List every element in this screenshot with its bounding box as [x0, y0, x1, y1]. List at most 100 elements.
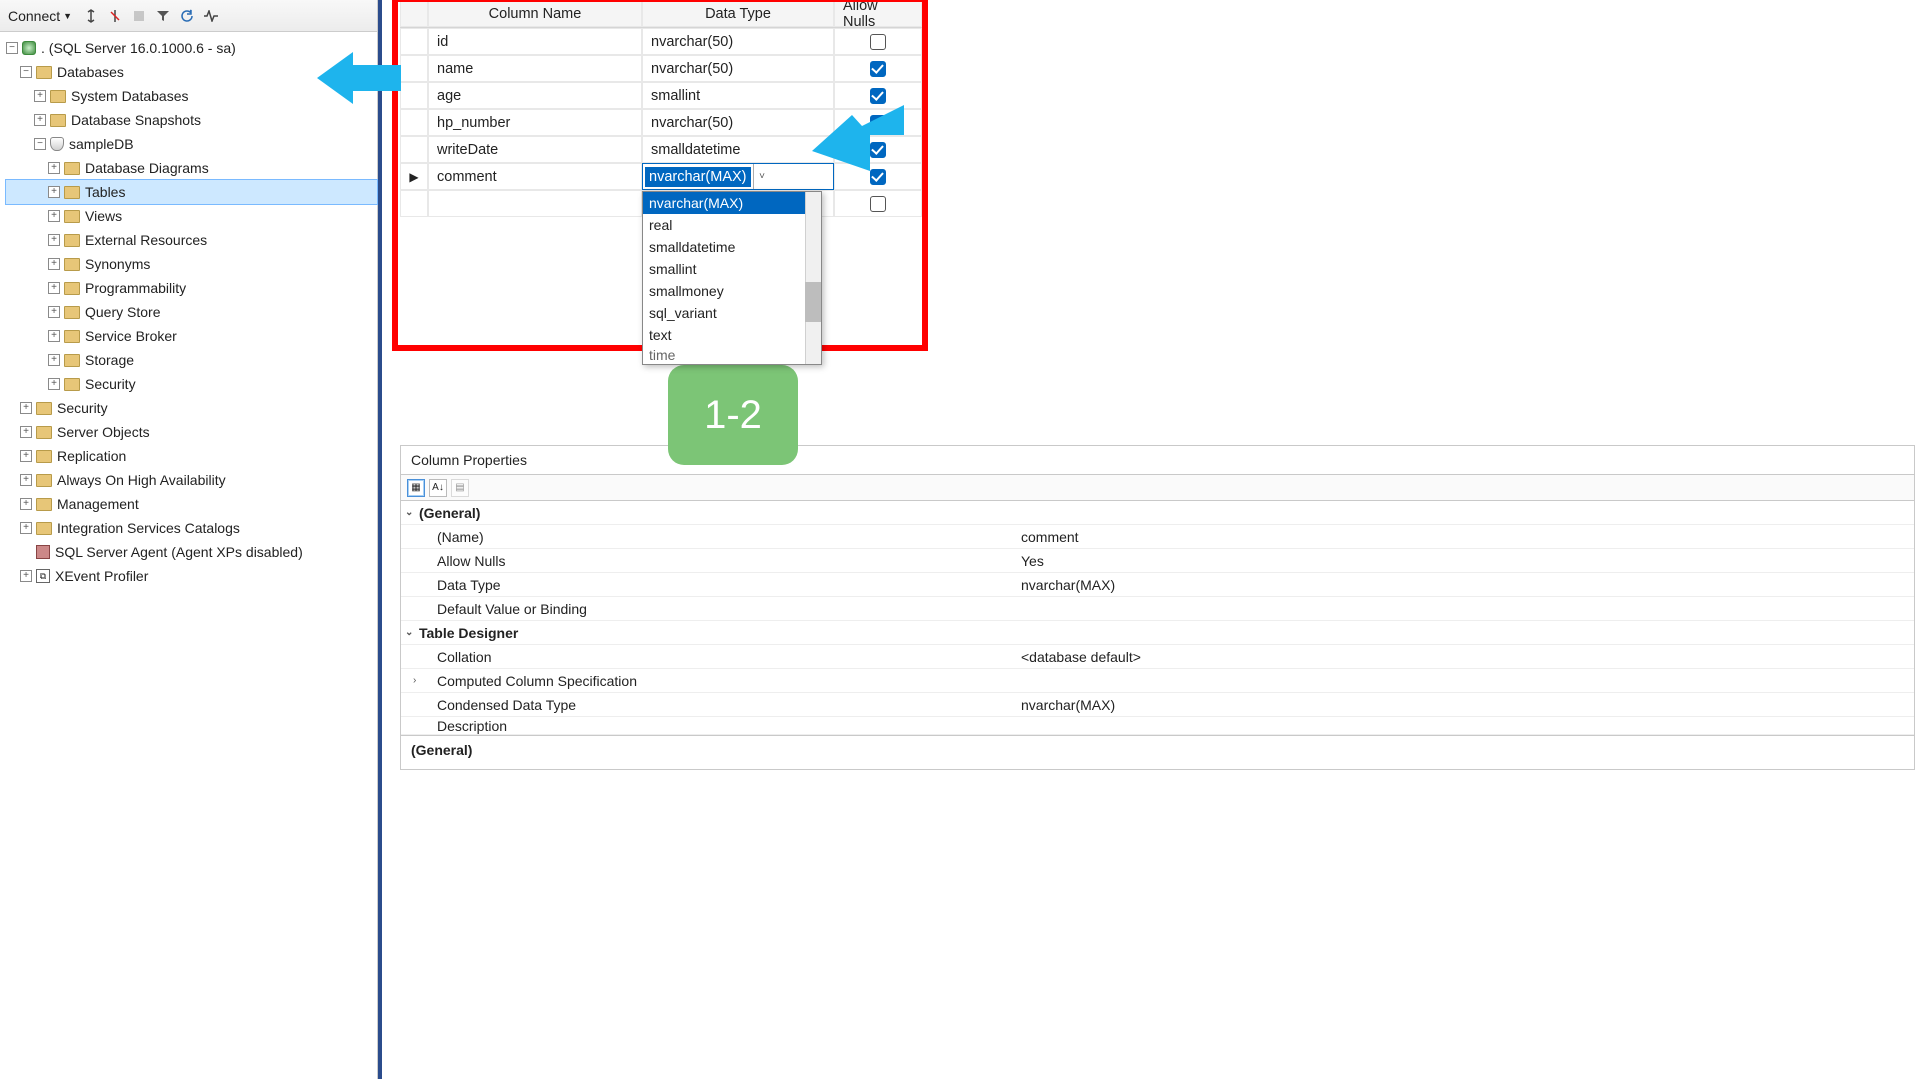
- tree-dbsecurity[interactable]: +Security: [6, 372, 377, 396]
- datatype-cell-active[interactable]: nvarchar(MAX) ˅ nvarchar(MAX) real small…: [642, 163, 834, 190]
- collapse-caret-icon[interactable]: ⌄: [405, 627, 413, 638]
- dropdown-button[interactable]: ˅: [753, 164, 771, 189]
- tree-agent[interactable]: SQL Server Agent (Agent XPs disabled): [6, 540, 377, 564]
- prop-allownulls-value[interactable]: Yes: [1021, 553, 1914, 569]
- collapse-caret-icon[interactable]: ⌄: [405, 507, 413, 518]
- dropdown-item[interactable]: time: [643, 346, 821, 364]
- expand-icon[interactable]: +: [34, 114, 46, 126]
- dropdown-item[interactable]: sql_variant: [643, 302, 821, 324]
- expand-icon[interactable]: +: [20, 522, 32, 534]
- tree-qs[interactable]: +Query Store: [6, 300, 377, 324]
- expand-icon[interactable]: +: [48, 282, 60, 294]
- expand-icon[interactable]: +: [20, 402, 32, 414]
- row-header[interactable]: [400, 190, 428, 217]
- expand-icon[interactable]: +: [20, 450, 32, 462]
- connect-dropdown[interactable]: Connect ▼: [4, 8, 76, 24]
- allownull-cell[interactable]: [834, 28, 922, 55]
- dropdown-item[interactable]: smallmoney: [643, 280, 821, 302]
- collapse-icon[interactable]: −: [20, 66, 32, 78]
- expand-icon[interactable]: +: [20, 570, 32, 582]
- allownull-cell[interactable]: [834, 190, 922, 217]
- checkbox-checked[interactable]: [870, 88, 886, 104]
- tree-xep[interactable]: +⧉XEvent Profiler: [6, 564, 377, 588]
- row-header[interactable]: [400, 28, 428, 55]
- expand-icon[interactable]: +: [20, 498, 32, 510]
- datatype-cell[interactable]: nvarchar(50): [642, 55, 834, 82]
- dropdown-item[interactable]: text: [643, 324, 821, 346]
- tree-syn[interactable]: +Synonyms: [6, 252, 377, 276]
- prop-condensed-value[interactable]: nvarchar(MAX): [1021, 697, 1914, 713]
- expand-icon[interactable]: +: [20, 426, 32, 438]
- expand-icon[interactable]: +: [48, 162, 60, 174]
- datatype-cell[interactable]: nvarchar(50): [642, 28, 834, 55]
- stop-icon[interactable]: [130, 7, 148, 25]
- colname-cell[interactable]: name: [428, 55, 642, 82]
- tree-sb[interactable]: +Service Broker: [6, 324, 377, 348]
- collapse-icon[interactable]: −: [34, 138, 46, 150]
- allownull-cell[interactable]: [834, 55, 922, 82]
- datatype-cell[interactable]: smalldatetime: [642, 136, 834, 163]
- filter-icon[interactable]: [154, 7, 172, 25]
- expand-icon[interactable]: +: [48, 234, 60, 246]
- dropdown-item[interactable]: real: [643, 214, 821, 236]
- row-header[interactable]: [400, 55, 428, 82]
- categorized-button[interactable]: ▦: [407, 479, 425, 497]
- row-header[interactable]: [400, 136, 428, 163]
- tree-repl[interactable]: +Replication: [6, 444, 377, 468]
- colname-cell[interactable]: writeDate: [428, 136, 642, 163]
- expand-icon[interactable]: +: [48, 354, 60, 366]
- row-header[interactable]: [400, 82, 428, 109]
- scrollbar-thumb[interactable]: [805, 282, 821, 322]
- tree-views[interactable]: +Views: [6, 204, 377, 228]
- dropdown-item[interactable]: smalldatetime: [643, 236, 821, 258]
- tree-sampledb[interactable]: −sampleDB: [6, 132, 377, 156]
- dropdown-item[interactable]: nvarchar(MAX): [643, 192, 821, 214]
- table-row[interactable]: name nvarchar(50): [400, 55, 922, 82]
- row-header[interactable]: [400, 109, 428, 136]
- prop-datatype-value[interactable]: nvarchar(MAX): [1021, 577, 1914, 593]
- tree-dbdiag[interactable]: +Database Diagrams: [6, 156, 377, 180]
- connect-icon[interactable]: [82, 7, 100, 25]
- prop-collation-value[interactable]: <database default>: [1021, 649, 1914, 665]
- expand-icon[interactable]: +: [48, 210, 60, 222]
- expand-icon[interactable]: +: [48, 186, 60, 198]
- table-row[interactable]: id nvarchar(50): [400, 28, 922, 55]
- expand-icon[interactable]: +: [34, 90, 46, 102]
- datatype-cell[interactable]: nvarchar(50): [642, 109, 834, 136]
- tree-prog[interactable]: +Programmability: [6, 276, 377, 300]
- tree-security[interactable]: +Security: [6, 396, 377, 420]
- prop-name-value[interactable]: comment: [1021, 529, 1914, 545]
- expand-icon[interactable]: +: [48, 258, 60, 270]
- colname-cell[interactable]: hp_number: [428, 109, 642, 136]
- datatype-dropdown[interactable]: nvarchar(MAX) real smalldatetime smallin…: [642, 191, 822, 365]
- expand-caret-icon[interactable]: ›: [413, 675, 416, 686]
- tree-extres[interactable]: +External Resources: [6, 228, 377, 252]
- expand-icon[interactable]: +: [20, 474, 32, 486]
- datatype-cell[interactable]: smallint: [642, 82, 834, 109]
- tree-isc[interactable]: +Integration Services Catalogs: [6, 516, 377, 540]
- colname-cell[interactable]: id: [428, 28, 642, 55]
- expand-icon[interactable]: +: [48, 306, 60, 318]
- expand-icon[interactable]: +: [48, 378, 60, 390]
- property-pages-button[interactable]: ▤: [451, 479, 469, 497]
- colname-cell[interactable]: age: [428, 82, 642, 109]
- tree-dbsnap[interactable]: +Database Snapshots: [6, 108, 377, 132]
- activity-icon[interactable]: [202, 7, 220, 25]
- refresh-icon[interactable]: [178, 7, 196, 25]
- tree-aoha[interactable]: +Always On High Availability: [6, 468, 377, 492]
- tree-tables[interactable]: +Tables: [6, 180, 377, 204]
- row-header[interactable]: ▶: [400, 163, 428, 190]
- tree-mgmt[interactable]: +Management: [6, 492, 377, 516]
- disconnect-icon[interactable]: [106, 7, 124, 25]
- alphabetical-button[interactable]: A↓: [429, 479, 447, 497]
- expand-icon[interactable]: +: [48, 330, 60, 342]
- checkbox-checked[interactable]: [870, 61, 886, 77]
- collapse-icon[interactable]: −: [6, 42, 18, 54]
- tree-sobj[interactable]: +Server Objects: [6, 420, 377, 444]
- colname-cell[interactable]: [428, 190, 642, 217]
- dropdown-item[interactable]: smallint: [643, 258, 821, 280]
- dropdown-scrollbar[interactable]: [805, 192, 821, 364]
- checkbox-unchecked[interactable]: [870, 196, 886, 212]
- colname-cell[interactable]: comment: [428, 163, 642, 190]
- checkbox-unchecked[interactable]: [870, 34, 886, 50]
